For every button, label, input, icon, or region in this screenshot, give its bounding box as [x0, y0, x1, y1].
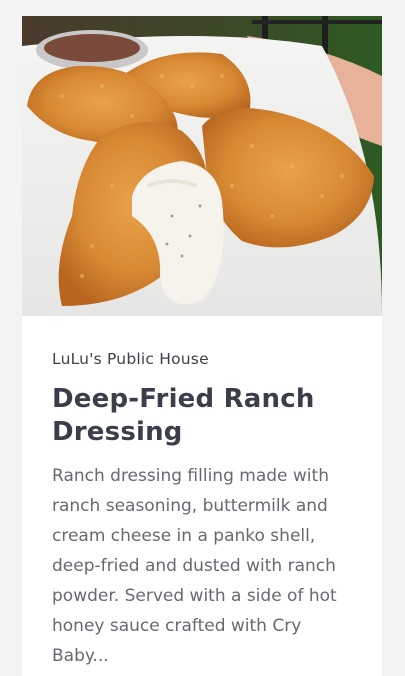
item-title[interactable]: Deep-Fried Ranch Dressing — [52, 383, 352, 449]
item-description: Ranch dressing filling made with ranch s… — [52, 466, 337, 666]
menu-item-card[interactable]: LuLu's Public House Deep-Fried Ranch Dre… — [22, 16, 382, 676]
card-body: LuLu's Public House Deep-Fried Ranch Dre… — [52, 316, 352, 671]
food-photo — [22, 16, 382, 316]
restaurant-name: LuLu's Public House — [52, 350, 209, 368]
